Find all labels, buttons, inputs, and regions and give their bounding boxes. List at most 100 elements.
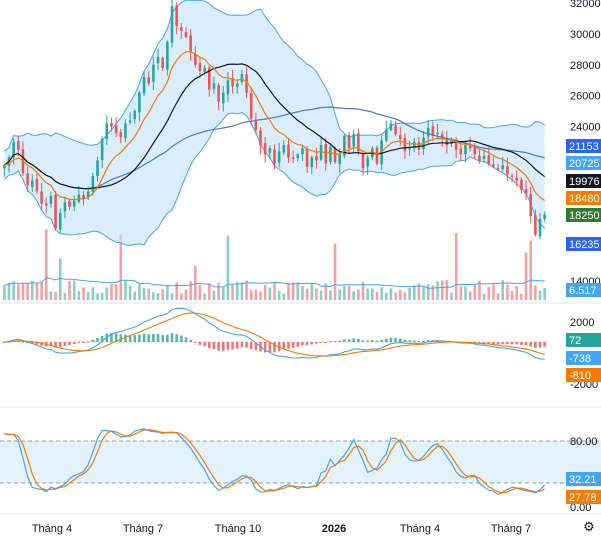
volume-bar: [68, 280, 71, 300]
volume-bar: [282, 293, 286, 300]
candle-body: [49, 196, 53, 204]
volume-bar: [436, 281, 439, 300]
volume-bar: [100, 292, 104, 300]
candle-body: [273, 149, 276, 164]
candle-body: [170, 6, 174, 43]
macd-histogram-bar: [357, 338, 360, 342]
macd-histogram-bar: [543, 342, 546, 347]
volume-bar: [371, 288, 374, 300]
macd-histogram-bar: [142, 333, 146, 342]
candle-body: [394, 125, 397, 135]
macd-histogram-bar: [68, 342, 71, 346]
volume-bar: [142, 287, 146, 300]
macd-histogram-bar: [226, 342, 230, 350]
macd-histogram-bar: [343, 339, 346, 342]
macd-axis-tick: 2000: [570, 317, 594, 329]
volume-bar: [524, 252, 528, 300]
candle-body: [426, 128, 430, 137]
volume-bar: [398, 290, 402, 300]
volume-bar: [389, 288, 393, 300]
volume-bar: [194, 265, 197, 300]
candle-body: [506, 166, 509, 175]
badge-ma-fast: 20725: [569, 158, 600, 170]
macd-histogram-bar: [268, 342, 272, 353]
badge-close: 18250: [569, 210, 600, 222]
candle-body: [277, 151, 281, 163]
volume-bar: [277, 290, 281, 300]
candle-body: [156, 57, 160, 64]
candle-body: [310, 157, 314, 167]
candle-body: [319, 145, 323, 160]
volume-bar: [58, 258, 62, 300]
macd-histogram-bar: [77, 342, 81, 343]
candle-body: [459, 148, 463, 155]
chart-canvas: 3200030000280002600024000140002000-20008…: [0, 0, 601, 535]
candle-body: [142, 77, 146, 94]
macd-histogram-bar: [175, 334, 178, 342]
volume-bar: [343, 285, 346, 300]
candle-body: [44, 203, 48, 206]
candle-body: [347, 135, 351, 149]
macd-histogram-bar: [347, 339, 351, 342]
volume-bar: [208, 283, 211, 300]
volume-bar: [468, 291, 472, 300]
macd-histogram-bar: [231, 342, 234, 350]
volume-bar: [170, 293, 174, 300]
volume-bar: [329, 290, 332, 300]
macd-histogram-bar: [366, 340, 369, 342]
macd-histogram-bar: [180, 335, 183, 342]
macd-histogram-bar: [324, 342, 328, 343]
badge-stoch-k: 32.21: [569, 474, 597, 486]
volume-bar: [54, 291, 57, 300]
stochastic-axis-tick: 80.00: [570, 436, 598, 448]
candle-body: [398, 135, 402, 139]
volume-bar: [394, 292, 397, 300]
volume-bar: [375, 291, 379, 300]
candle-body: [138, 92, 141, 113]
macd-histogram-bar: [422, 340, 425, 342]
candle-body: [235, 83, 239, 87]
volume-bar: [352, 291, 355, 300]
volume-bar: [385, 292, 388, 300]
macd-histogram-bar: [305, 342, 309, 346]
volume-bar: [184, 289, 188, 300]
volume-bar: [12, 281, 15, 300]
candle-body: [166, 41, 169, 70]
volume-bar: [63, 292, 67, 300]
macd-histogram-bar: [492, 342, 495, 345]
candle-body: [212, 83, 216, 89]
candle-body: [119, 131, 123, 138]
candle-body: [492, 164, 495, 167]
candle-body: [26, 173, 29, 186]
volume-bar: [492, 284, 495, 300]
candle-body: [259, 130, 262, 146]
volume-bar: [240, 282, 244, 300]
macd-histogram-bar: [287, 342, 290, 349]
candle-body: [30, 180, 34, 187]
volume-bar: [534, 285, 537, 300]
candle-body: [375, 147, 379, 164]
candle-body: [128, 120, 132, 123]
volume-bar: [464, 286, 467, 300]
candle-body: [221, 92, 225, 104]
macd-histogram-bar: [133, 335, 137, 342]
volume-bar: [268, 287, 272, 300]
candle-body: [282, 145, 286, 153]
candle-body: [100, 138, 104, 161]
macd-histogram-bar: [21, 341, 25, 343]
volume-bar: [133, 291, 137, 300]
candle-body: [58, 213, 62, 230]
candle-body: [189, 35, 192, 53]
candle-body: [496, 168, 500, 170]
volume-bar: [152, 292, 155, 300]
macd-histogram-bar: [166, 334, 169, 342]
gear-icon[interactable]: ⚙: [582, 520, 596, 534]
candle-body: [408, 148, 411, 150]
macd-histogram-bar: [208, 342, 211, 349]
time-axis-tick: Tháng 4: [400, 523, 440, 535]
candle-body: [538, 219, 542, 237]
macd-histogram-bar: [352, 338, 355, 342]
candle-body: [305, 148, 309, 167]
candle-body: [291, 157, 295, 159]
badge-bb-mid: 19976: [569, 176, 600, 188]
